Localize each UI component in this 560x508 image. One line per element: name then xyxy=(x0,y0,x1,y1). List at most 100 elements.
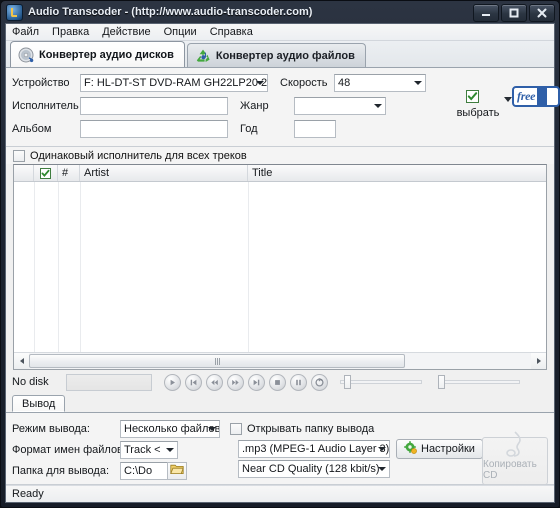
slider-handle[interactable] xyxy=(344,375,351,389)
track-list[interactable]: # Artist Title xyxy=(13,164,547,370)
copy-cd-label: Копировать CD xyxy=(483,459,537,481)
output-panel: Режим вывода: Несколько файлов Открывать… xyxy=(6,413,554,485)
tab-output[interactable]: Вывод xyxy=(12,395,66,412)
app-icon xyxy=(6,3,23,21)
scrollbar-thumb[interactable] xyxy=(29,354,405,368)
filename-format-select[interactable]: Track < xyxy=(120,440,178,459)
window-title: Audio Transcoder - (http://www.audio-tra… xyxy=(28,6,313,18)
menu-item-action[interactable]: Действие xyxy=(102,26,150,38)
position-slider[interactable] xyxy=(340,375,422,389)
status-bar: Ready xyxy=(6,485,554,502)
tab-label-audio-cd-converter: Конвертер аудио дисков xyxy=(39,48,174,61)
slider-track xyxy=(438,380,520,384)
previous-track-button[interactable] xyxy=(185,373,202,391)
close-button[interactable] xyxy=(529,4,555,22)
eject-button[interactable] xyxy=(311,373,328,391)
tab-audio-cd-converter[interactable]: Конвертер аудио дисков xyxy=(10,41,185,67)
recycle-note-icon xyxy=(195,48,211,64)
folder-icon xyxy=(170,463,184,478)
application-window: Audio Transcoder - (http://www.audio-tra… xyxy=(0,0,560,508)
maximize-button[interactable] xyxy=(501,4,527,22)
select-all-checkbox[interactable] xyxy=(40,167,51,179)
track-list-body[interactable] xyxy=(14,182,546,352)
freedb-dropdown-arrow-icon[interactable] xyxy=(504,97,512,102)
browse-folder-button[interactable] xyxy=(167,461,187,480)
position-display xyxy=(66,373,152,391)
next-track-button[interactable] xyxy=(248,373,265,391)
column-header-select-all[interactable] xyxy=(34,165,58,181)
tab-audio-file-converter[interactable]: Конвертер аудио файлов xyxy=(186,43,366,67)
chevron-right-icon xyxy=(536,358,541,364)
slider-handle[interactable] xyxy=(438,375,445,389)
scroll-left-button[interactable] xyxy=(14,353,29,369)
column-header-title[interactable]: Title xyxy=(248,165,546,181)
column-header-number[interactable]: # xyxy=(58,165,80,181)
speed-select[interactable]: 48 xyxy=(334,74,426,92)
same-artist-row[interactable]: Одинаковый исполнитель для всех треков xyxy=(6,147,554,164)
rewind-button[interactable] xyxy=(206,373,223,391)
open-output-folder-checkbox[interactable] xyxy=(230,422,242,435)
codec-row: .mp3 (MPEG-1 Audio Layer 3) Настройки xyxy=(238,439,483,459)
open-output-folder-label: Открывать папку вывода xyxy=(247,422,375,435)
album-input[interactable] xyxy=(80,120,228,138)
volume-slider[interactable] xyxy=(438,375,520,389)
quality-row: Near CD Quality (128 kbit/s) xyxy=(238,460,390,478)
freedb-checkbox[interactable] xyxy=(466,90,479,103)
output-mode-value: Несколько файлов xyxy=(124,422,220,435)
minimize-button[interactable] xyxy=(473,4,499,22)
freedb-logo-text: free xyxy=(517,89,536,103)
freedb-select-label: выбрать xyxy=(456,107,500,119)
same-artist-label: Одинаковый исполнитель для всех треков xyxy=(30,149,247,162)
menu-item-file[interactable]: Файл xyxy=(12,26,39,38)
disc-info-panel: Устройство F: HL-DT-ST DVD-RAM GH22LP20 … xyxy=(6,68,560,147)
chevron-down-icon xyxy=(414,81,422,85)
output-folder-row: Папка для вывода: C:\Do Near CD Quality … xyxy=(12,460,548,481)
scrollbar-track[interactable] xyxy=(29,353,531,369)
settings-button-label: Настройки xyxy=(421,443,475,455)
chevron-left-icon xyxy=(19,358,24,364)
grid-line xyxy=(80,182,81,352)
stop-button[interactable] xyxy=(269,373,286,391)
menu-item-options[interactable]: Опции xyxy=(164,26,197,38)
freedb-logo: free xyxy=(512,86,560,107)
title-bar[interactable]: Audio Transcoder - (http://www.audio-tra… xyxy=(1,1,559,23)
output-folder-input[interactable]: C:\Do xyxy=(120,461,168,480)
device-select-value: F: HL-DT-ST DVD-RAM GH22LP20 2.00 xyxy=(84,77,268,89)
codec-select[interactable]: .mp3 (MPEG-1 Audio Layer 3) xyxy=(238,440,390,458)
scroll-right-button[interactable] xyxy=(531,353,546,369)
play-button[interactable] xyxy=(164,373,181,391)
open-output-folder-row[interactable]: Открывать папку вывода xyxy=(230,422,375,435)
genre-select[interactable] xyxy=(294,97,386,115)
disk-status-label: No disk xyxy=(12,376,49,388)
column-header-artist[interactable]: Artist xyxy=(80,165,248,181)
quality-select[interactable]: Near CD Quality (128 kbit/s) xyxy=(238,460,390,478)
same-artist-checkbox[interactable] xyxy=(13,149,25,162)
slider-track xyxy=(340,380,422,384)
output-mode-select[interactable]: Несколько файлов xyxy=(120,419,220,438)
pause-button[interactable] xyxy=(290,373,307,391)
status-text: Ready xyxy=(12,488,44,500)
cd-disc-icon xyxy=(18,47,34,63)
tab-label-audio-file-converter: Конвертер аудио файлов xyxy=(215,49,355,62)
column-header-spacer xyxy=(14,165,34,181)
output-mode-row: Режим вывода: Несколько файлов Открывать… xyxy=(12,418,548,439)
grid-line xyxy=(34,182,35,352)
artist-label: Исполнитель xyxy=(12,100,79,112)
device-select[interactable]: F: HL-DT-ST DVD-RAM GH22LP20 2.00 xyxy=(80,74,268,92)
year-input[interactable] xyxy=(294,120,336,138)
music-note-icon xyxy=(501,429,529,459)
settings-button[interactable]: Настройки xyxy=(396,439,483,459)
artist-input[interactable] xyxy=(80,97,228,115)
grid-line xyxy=(58,182,59,352)
genre-label: Жанр xyxy=(240,100,269,112)
copy-cd-button[interactable]: Копировать CD xyxy=(482,431,548,485)
menu-item-help[interactable]: Справка xyxy=(210,26,253,38)
output-folder-value: C:\Do xyxy=(124,464,153,477)
grid-line xyxy=(248,182,249,352)
fast-forward-button[interactable] xyxy=(227,373,244,391)
window-controls xyxy=(473,4,555,22)
transport-bar: No disk xyxy=(6,370,554,394)
track-list-horizontal-scrollbar[interactable] xyxy=(14,352,546,369)
menu-item-edit[interactable]: Правка xyxy=(52,26,89,38)
speed-label: Скорость xyxy=(280,77,328,89)
